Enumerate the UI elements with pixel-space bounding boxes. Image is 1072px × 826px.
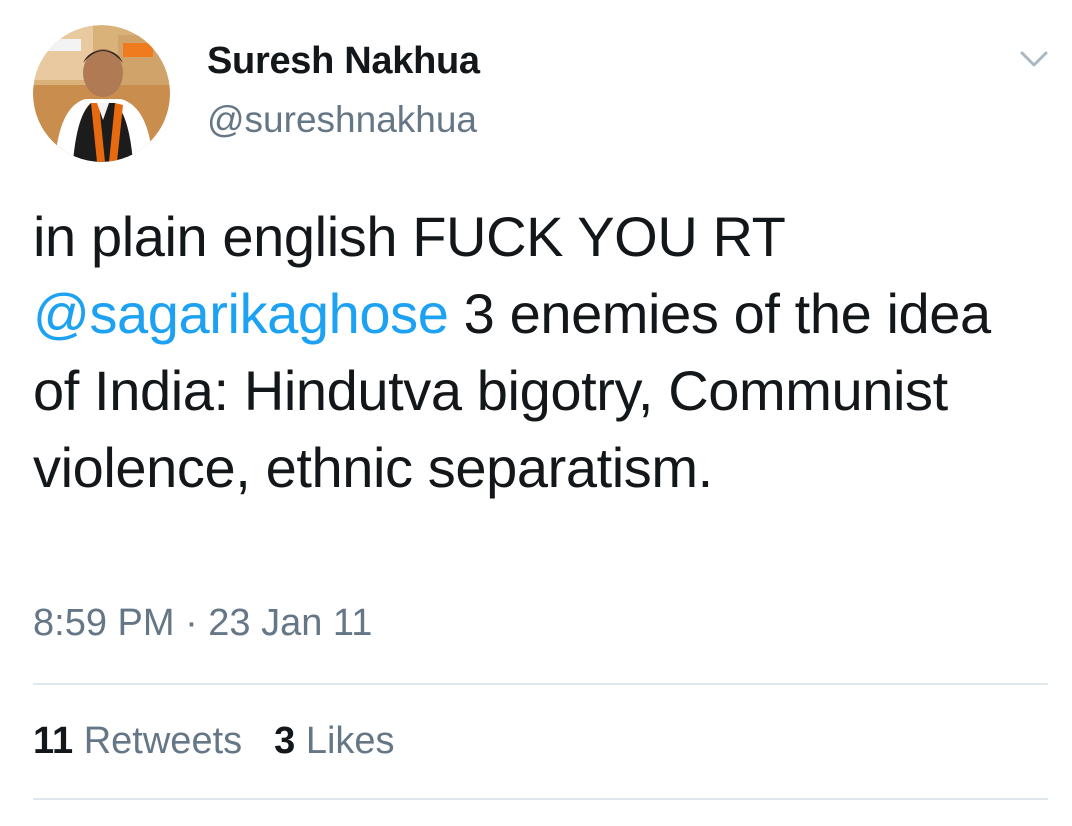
retweets-stat[interactable]: 11 Retweets	[33, 720, 242, 763]
likes-label: Likes	[305, 720, 395, 762]
chevron-down-icon[interactable]	[1016, 45, 1052, 73]
tweet-stats: 11 Retweets 3 Likes	[33, 720, 427, 763]
mention-link[interactable]: @sagarikaghose	[33, 282, 449, 345]
divider	[33, 798, 1048, 800]
display-name[interactable]: Suresh Nakhua	[207, 40, 480, 83]
retweets-label: Retweets	[83, 720, 243, 762]
divider	[33, 683, 1048, 685]
tweet-text: in plain english FUCK YOU RT @sagarikagho…	[33, 198, 1043, 506]
likes-count: 3	[274, 720, 296, 762]
likes-stat[interactable]: 3 Likes	[274, 720, 394, 763]
tweet-card: Suresh Nakhua @sureshnakhua in plain eng…	[0, 0, 1072, 826]
tweet-timestamp[interactable]: 8:59 PM · 23 Jan 11	[33, 602, 372, 645]
avatar[interactable]	[33, 25, 170, 162]
avatar-photo	[33, 25, 170, 162]
tweet-text-before: in plain english FUCK YOU RT	[33, 205, 786, 268]
user-handle[interactable]: @sureshnakhua	[207, 99, 477, 141]
retweets-count: 11	[33, 720, 74, 762]
